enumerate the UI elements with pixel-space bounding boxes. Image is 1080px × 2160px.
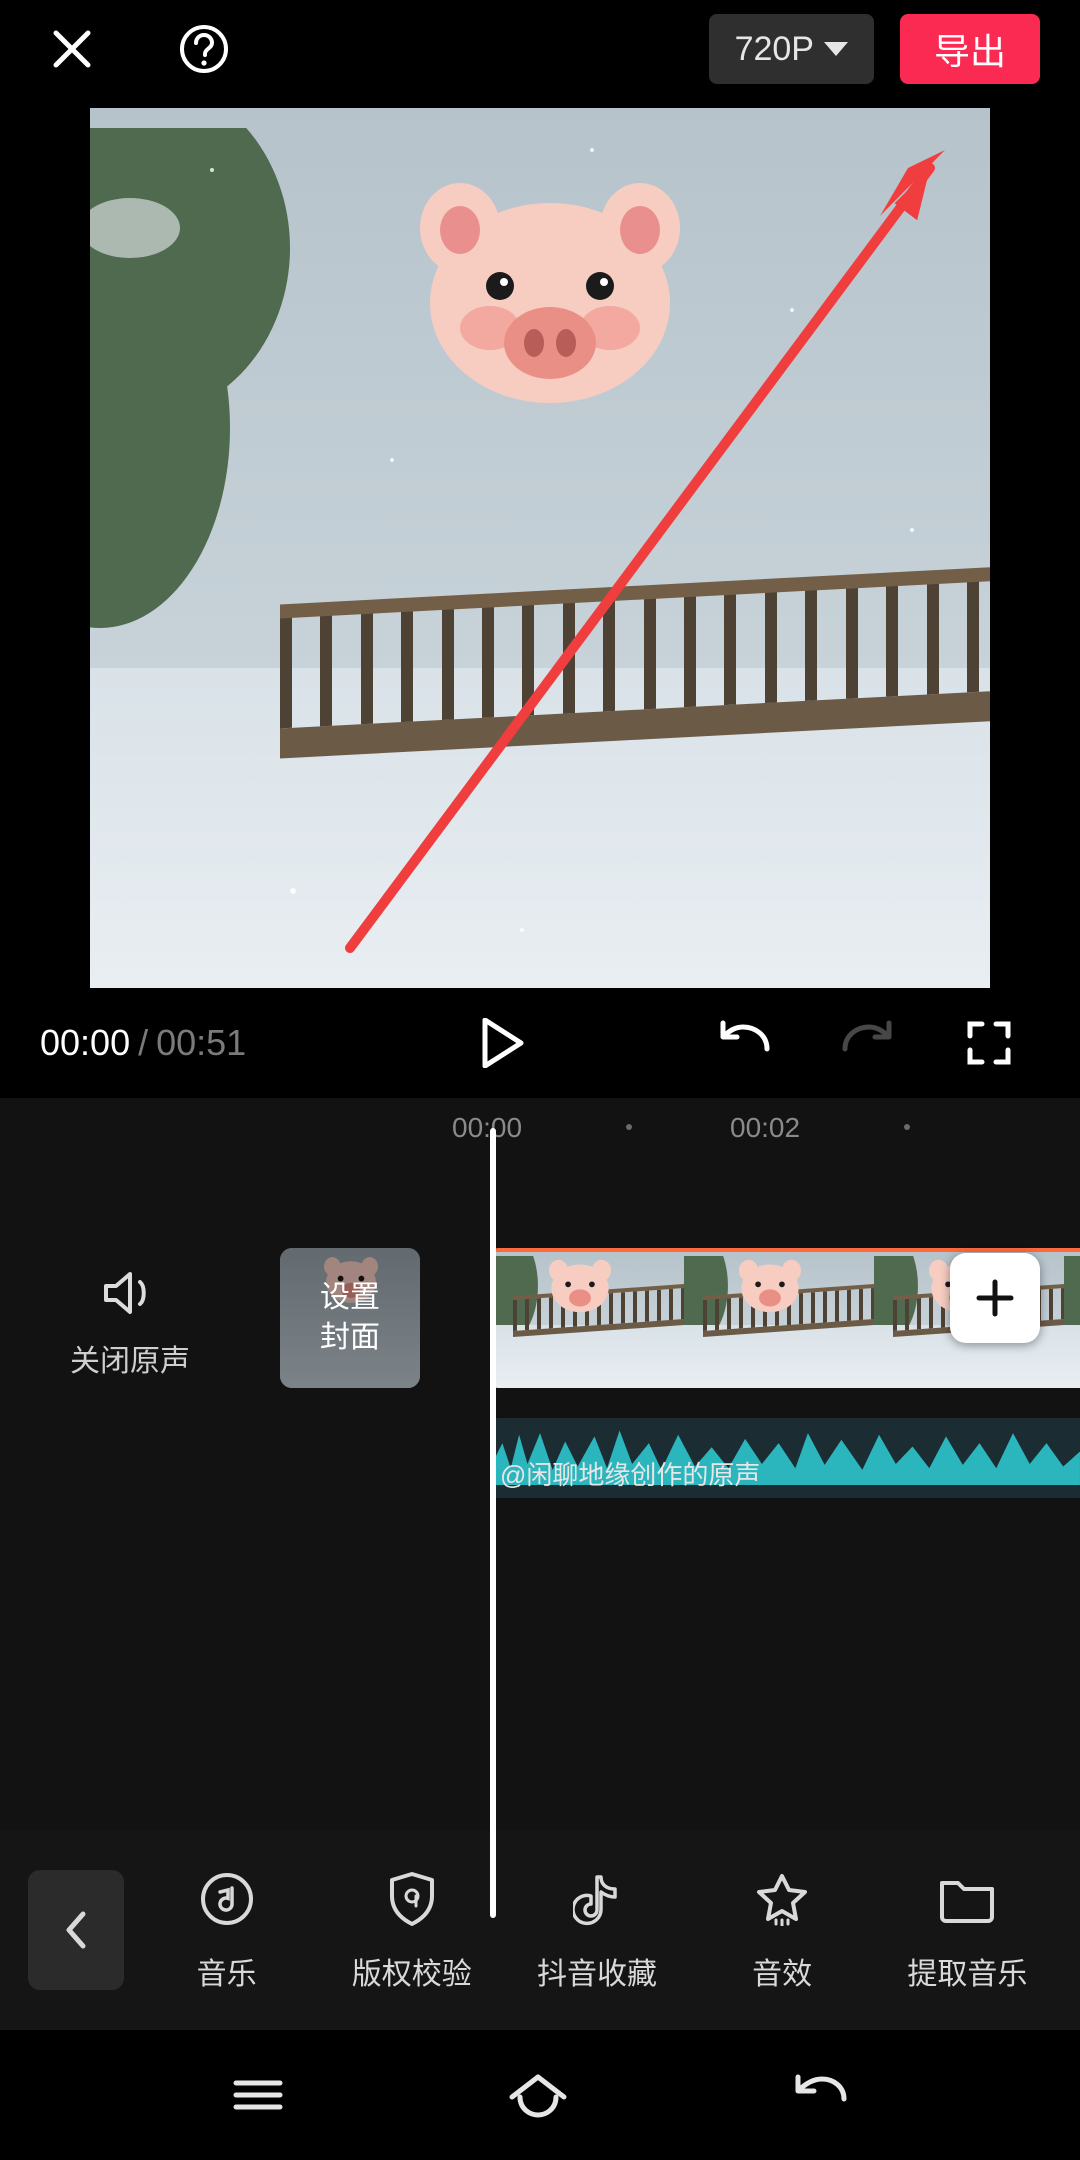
douyin-icon	[573, 1871, 621, 1927]
time-ruler[interactable]: 00:00 00:02	[0, 1098, 1080, 1154]
tool-sound-effect[interactable]: 音效	[697, 1867, 867, 1993]
cover-label: 设置 封面	[320, 1278, 380, 1358]
mute-original-audio-button[interactable]: 关闭原声	[70, 1268, 190, 1380]
help-button[interactable]	[172, 17, 236, 81]
toolbar-back-button[interactable]	[28, 1870, 124, 1990]
clip-frame[interactable]	[494, 1252, 684, 1388]
fullscreen-button[interactable]	[954, 1008, 1024, 1078]
resolution-selector[interactable]: 720P	[709, 14, 874, 84]
resolution-label: 720P	[735, 30, 814, 69]
play-icon	[481, 1018, 525, 1068]
home-icon	[506, 2071, 570, 2119]
close-icon	[48, 25, 96, 73]
clip-frame[interactable]	[684, 1252, 874, 1388]
export-label: 导出	[934, 23, 1006, 75]
help-icon	[178, 23, 230, 75]
redo-icon	[839, 1019, 895, 1067]
music-icon	[200, 1872, 254, 1926]
chevron-left-icon	[63, 1910, 89, 1950]
fullscreen-icon	[966, 1020, 1012, 1066]
speaker-icon	[102, 1268, 158, 1318]
audio-track[interactable]: @闲聊地缘创作的原声	[494, 1418, 1080, 1498]
total-duration: 00:51	[156, 1022, 246, 1064]
redo-button[interactable]	[832, 1008, 902, 1078]
ruler-dot	[904, 1124, 910, 1130]
audio-label: @闲聊地缘创作的原声	[500, 1455, 760, 1492]
tool-extract-music[interactable]: 提取音乐	[882, 1867, 1052, 1993]
ruler-dot	[626, 1124, 632, 1130]
tool-label: 音效	[752, 1949, 812, 1993]
preview-bridge	[280, 588, 990, 758]
export-button[interactable]: 导出	[900, 14, 1040, 84]
tool-label: 抖音收藏	[537, 1949, 657, 1993]
set-cover-button[interactable]: 设置 封面	[280, 1248, 420, 1388]
preview-tree	[90, 128, 360, 688]
add-clip-button[interactable]	[950, 1253, 1040, 1343]
folder-icon	[938, 1875, 996, 1923]
tool-douyin-favorite[interactable]: 抖音收藏	[512, 1867, 682, 1993]
current-time: 00:00	[40, 1022, 130, 1064]
bottom-toolbar: 音乐 版权校验 抖音收藏 音效 提取音乐	[0, 1830, 1080, 2030]
tool-label: 音乐	[197, 1949, 257, 1993]
shield-icon	[386, 1870, 438, 1928]
plus-icon	[975, 1278, 1015, 1318]
timeline-area[interactable]: 00:00 00:02 关闭原声 设置 封面	[0, 1098, 1080, 1938]
video-preview[interactable]	[90, 108, 990, 988]
nav-menu-button[interactable]	[230, 2075, 286, 2115]
time-separator: /	[138, 1022, 148, 1064]
star-icon	[754, 1872, 810, 1926]
tool-label: 提取音乐	[907, 1949, 1027, 1993]
chevron-down-icon	[824, 42, 848, 56]
menu-icon	[230, 2075, 286, 2115]
tool-music[interactable]: 音乐	[142, 1867, 312, 1993]
tool-label: 版权校验	[352, 1949, 472, 1993]
nav-back-button[interactable]	[790, 2073, 850, 2117]
ruler-tick: 00:02	[730, 1112, 800, 1144]
close-button[interactable]	[40, 17, 104, 81]
play-button[interactable]	[468, 1008, 538, 1078]
playhead[interactable]	[490, 1128, 496, 1918]
undo-button[interactable]	[710, 1008, 780, 1078]
undo-icon	[717, 1019, 773, 1067]
clip-frame[interactable]	[1064, 1252, 1080, 1388]
back-icon	[790, 2073, 850, 2117]
system-nav-bar	[0, 2030, 1080, 2160]
mute-label: 关闭原声	[70, 1336, 190, 1380]
nav-home-button[interactable]	[506, 2071, 570, 2119]
tool-copyright[interactable]: 版权校验	[327, 1867, 497, 1993]
pig-sticker[interactable]	[420, 178, 680, 408]
ruler-tick: 00:00	[452, 1112, 522, 1144]
